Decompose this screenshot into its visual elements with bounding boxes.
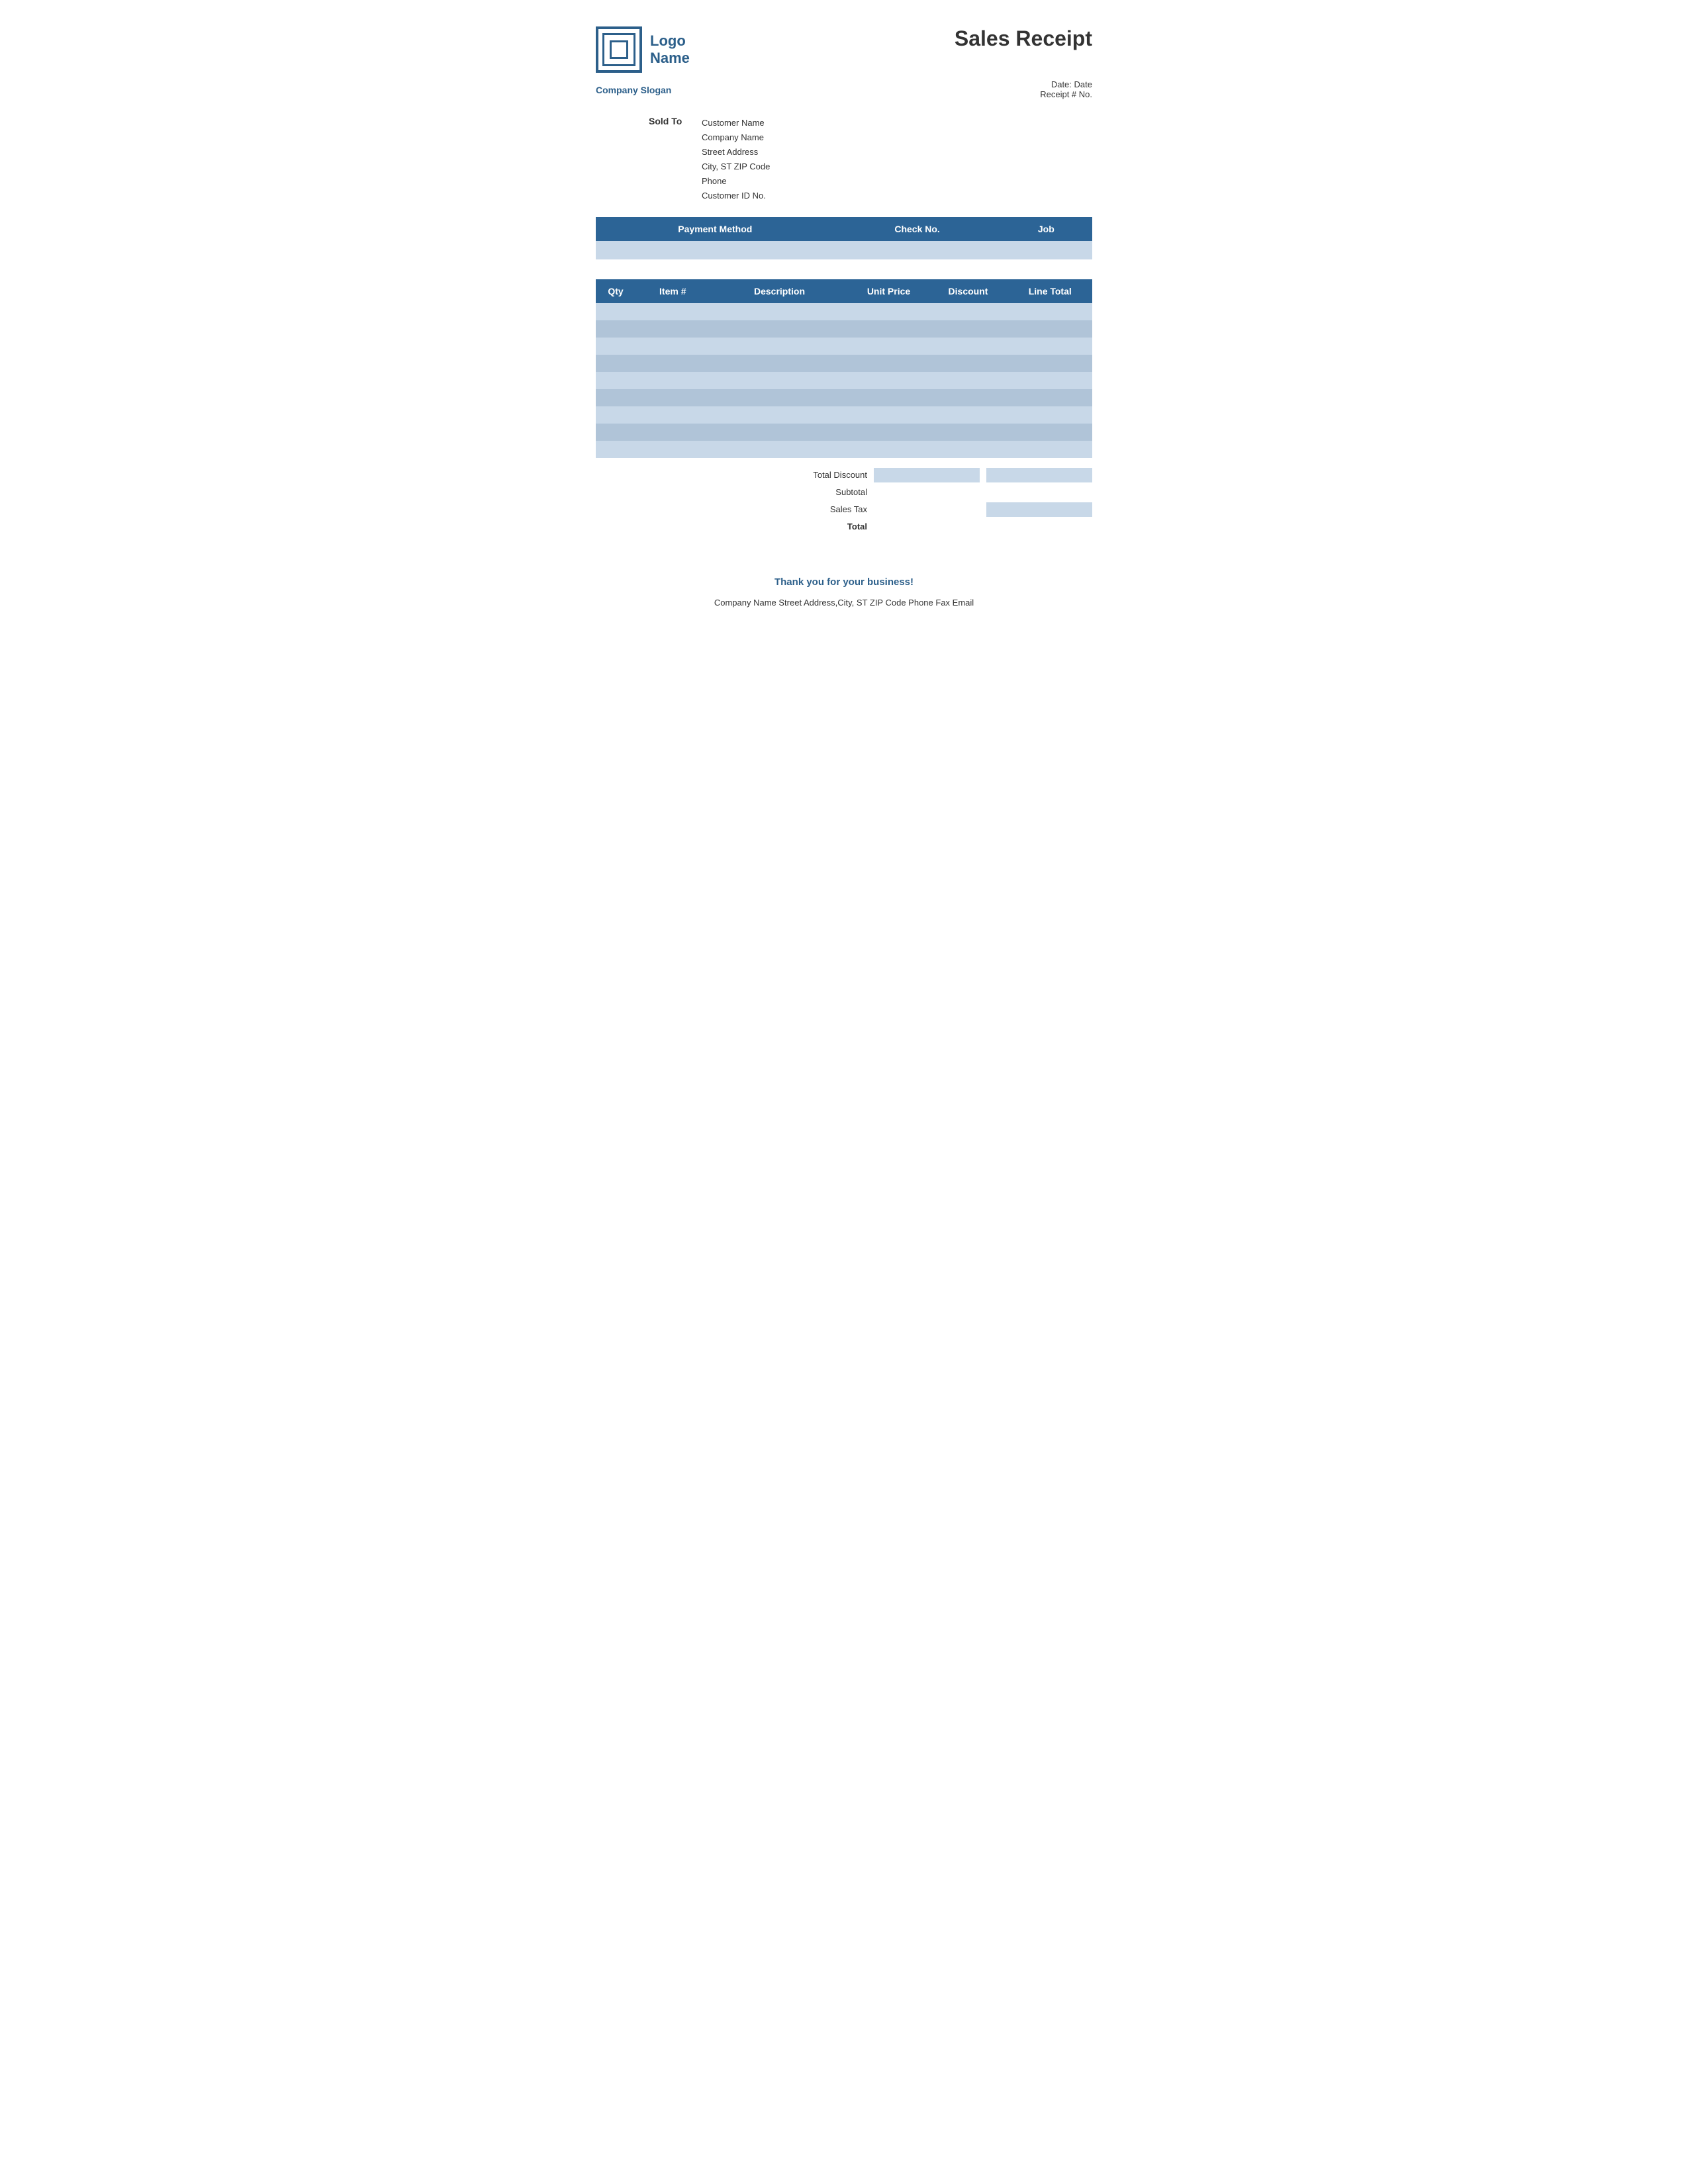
customer-id: Customer ID No. — [702, 189, 770, 203]
logo-text: Logo Name — [650, 32, 690, 68]
page-header: Logo Name Sales Receipt — [596, 26, 1092, 73]
street-address: Street Address — [702, 145, 770, 159]
sold-to-info: Customer Name Company Name Street Addres… — [702, 116, 770, 204]
page-title: Sales Receipt — [955, 26, 1092, 51]
table-row — [596, 389, 1092, 406]
total-row: Total — [788, 520, 1092, 534]
check-no-cell — [835, 241, 1000, 259]
sales-tax-value — [986, 502, 1092, 517]
total-discount-label: Total Discount — [788, 470, 867, 480]
line-total-header: Line Total — [1008, 279, 1093, 303]
city-state-zip: City, ST ZIP Code — [702, 159, 770, 174]
table-row — [596, 372, 1092, 389]
table-row — [596, 338, 1092, 355]
total-label: Total — [788, 522, 867, 531]
subtotal-spacer — [874, 485, 980, 500]
total-discount-box-1 — [874, 468, 980, 482]
qty-header: Qty — [596, 279, 635, 303]
subtotal-label: Subtotal — [788, 487, 867, 497]
sold-to-section: Sold To Customer Name Company Name Stree… — [649, 116, 1092, 204]
payment-table: Payment Method Check No. Job — [596, 217, 1092, 259]
sales-tax-row: Sales Tax — [788, 502, 1092, 517]
job-header: Job — [1000, 217, 1092, 241]
table-row — [596, 320, 1092, 338]
date-value: Date — [1074, 79, 1092, 89]
items-table: Qty Item # Description Unit Price Discou… — [596, 279, 1092, 458]
phone: Phone — [702, 174, 770, 189]
discount-header: Discount — [929, 279, 1008, 303]
header-right: Sales Receipt — [955, 26, 1092, 51]
payment-row — [596, 241, 1092, 259]
company-slogan: Company Slogan — [596, 85, 671, 95]
customer-name: Customer Name — [702, 116, 770, 130]
table-row — [596, 303, 1092, 320]
footer-address: Company Name Street Address,City, ST ZIP… — [596, 598, 1092, 608]
description-header: Description — [710, 279, 849, 303]
sales-tax-spacer — [874, 502, 980, 517]
subtotal-row: Subtotal — [788, 485, 1092, 500]
date-row: Date: Date — [1040, 79, 1092, 89]
total-discount-box-2 — [986, 468, 1092, 482]
total-discount-row: Total Discount — [788, 468, 1092, 482]
payment-method-cell — [596, 241, 835, 259]
check-no-header: Check No. — [835, 217, 1000, 241]
job-cell — [1000, 241, 1092, 259]
table-row — [596, 441, 1092, 458]
total-value — [986, 520, 1092, 534]
table-row — [596, 355, 1092, 372]
item-num-header: Item # — [635, 279, 710, 303]
logo-section: Logo Name — [596, 26, 690, 73]
table-row — [596, 406, 1092, 424]
footer: Thank you for your business! Company Nam… — [596, 576, 1092, 608]
sales-tax-label: Sales Tax — [788, 504, 867, 514]
sold-to-label: Sold To — [649, 116, 688, 204]
subtotal-value — [986, 485, 1092, 500]
company-name: Company Name — [702, 130, 770, 145]
date-receipt-section: Date: Date Receipt # No. — [1040, 79, 1092, 99]
table-row — [596, 424, 1092, 441]
total-spacer — [874, 520, 980, 534]
receipt-number: Receipt # No. — [1040, 89, 1092, 99]
date-label: Date: — [1051, 79, 1072, 89]
logo-icon — [596, 26, 642, 73]
unit-price-header: Unit Price — [849, 279, 929, 303]
totals-section: Total Discount Subtotal Sales Tax Total — [596, 468, 1092, 537]
thank-you-message: Thank you for your business! — [596, 576, 1092, 588]
payment-method-header: Payment Method — [596, 217, 835, 241]
